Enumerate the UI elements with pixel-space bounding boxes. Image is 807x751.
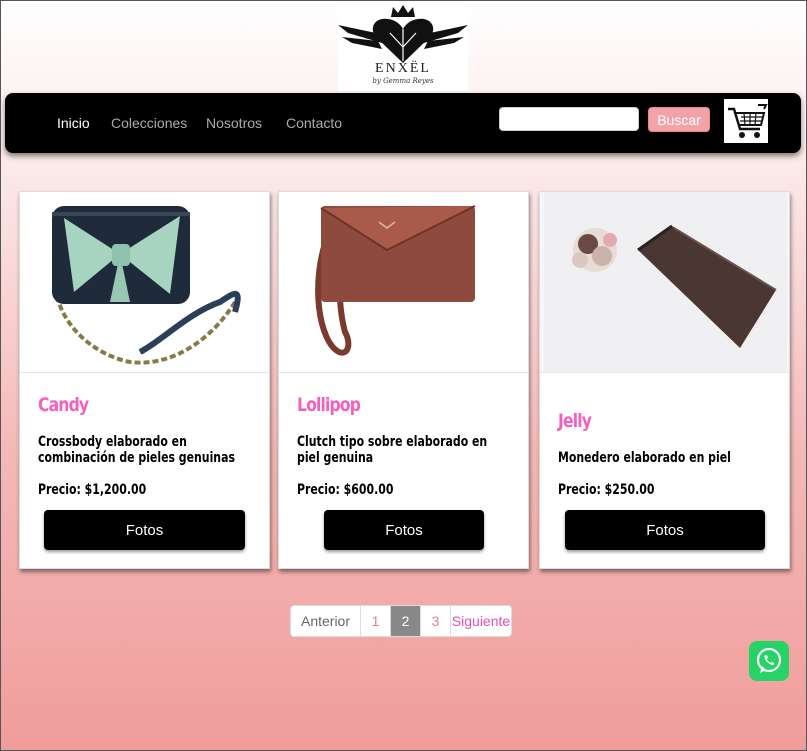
- product-card-lollipop: Lollipop Clutch tipo sobre elaborado en …: [278, 191, 529, 569]
- product-image-lollipop[interactable]: [279, 192, 528, 373]
- nav-item-contacto[interactable]: Contacto: [286, 115, 342, 131]
- pagination: Anterior 1 2 3 Siguiente: [290, 605, 512, 637]
- search-button[interactable]: Buscar: [648, 107, 710, 132]
- pagination-next[interactable]: Siguiente: [451, 606, 511, 636]
- fotos-button[interactable]: Fotos: [44, 510, 245, 550]
- product-price: Precio: $1,200.00: [38, 482, 147, 498]
- pagination-page-2-current[interactable]: 2: [391, 606, 421, 636]
- nav-item-colecciones[interactable]: Colecciones: [111, 115, 187, 131]
- brand-byline: by Gemma Reyes: [372, 77, 434, 85]
- pagination-prev[interactable]: Anterior: [291, 606, 361, 636]
- product-price: Precio: $600.00: [297, 482, 394, 498]
- product-name: Lollipop: [297, 394, 361, 416]
- shopping-cart-icon[interactable]: [724, 99, 768, 143]
- product-image-candy[interactable]: [20, 192, 269, 373]
- top-navbar: Inicio Colecciones Nosotros Contacto Bus…: [5, 93, 801, 153]
- product-description: Crossbody elaborado en combinación de pi…: [38, 434, 235, 466]
- product-name: Candy: [38, 394, 89, 416]
- whatsapp-chat-button[interactable]: [749, 641, 789, 681]
- fotos-button[interactable]: Fotos: [324, 510, 484, 550]
- product-name: Jelly: [558, 410, 592, 432]
- pagination-page-1[interactable]: 1: [361, 606, 391, 636]
- fotos-button[interactable]: Fotos: [565, 510, 765, 550]
- pagination-page-3[interactable]: 3: [421, 606, 451, 636]
- product-card-jelly: Jelly Monedero elaborado en piel Precio:…: [539, 191, 790, 569]
- product-image-jelly[interactable]: [540, 192, 789, 373]
- product-price: Precio: $250.00: [558, 482, 655, 498]
- brand-name: ENXËL: [375, 61, 431, 76]
- brand-logo[interactable]: ENXËL by Gemma Reyes: [338, 1, 468, 91]
- search-input[interactable]: [499, 107, 639, 131]
- nav-item-inicio[interactable]: Inicio: [57, 115, 90, 131]
- heart-crown-logo-icon: [338, 5, 468, 63]
- product-card-candy: Candy Crossbody elaborado en combinación…: [19, 191, 270, 569]
- nav-item-nosotros[interactable]: Nosotros: [206, 115, 262, 131]
- product-description: Clutch tipo sobre elaborado en piel genu…: [297, 434, 488, 466]
- whatsapp-icon: [756, 647, 782, 673]
- product-description: Monedero elaborado en piel: [558, 450, 731, 466]
